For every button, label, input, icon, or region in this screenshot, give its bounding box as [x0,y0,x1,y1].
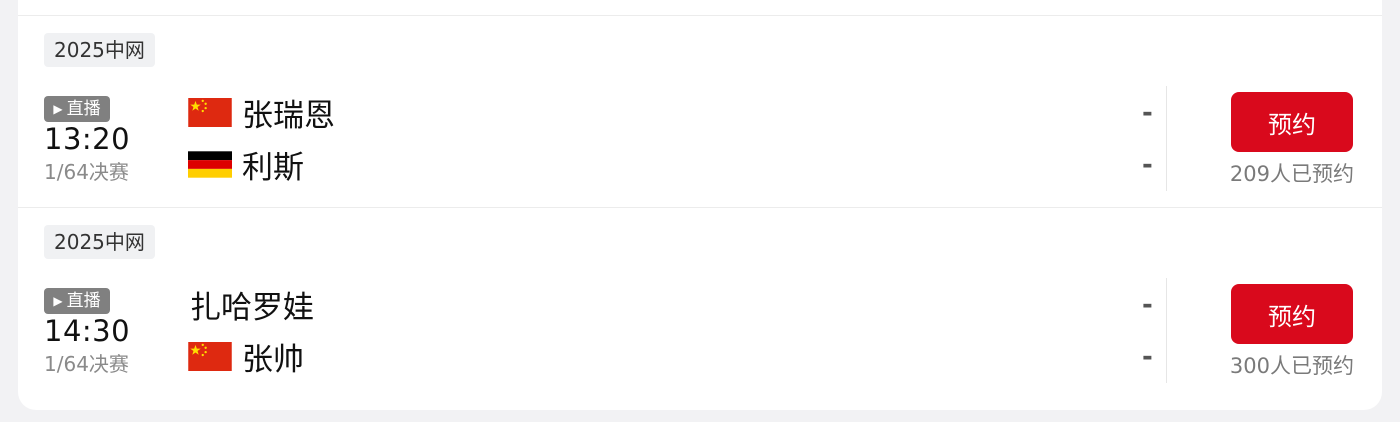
booking-count: 300人已预约 [1229,354,1354,378]
booking-count: 209人已预约 [1229,162,1354,186]
player-name: 张帅 [242,341,304,378]
player-row: 扎哈罗娃 [188,284,314,326]
match-list-card: 2025中网 ▶ 直播 13:20 1/64决赛 张瑞恩 利斯 - - 预约 2… [18,0,1382,410]
player-row: 张瑞恩 [188,92,335,134]
reserve-button[interactable]: 预约 [1231,284,1353,344]
tournament-tag: 2025中网 [44,225,155,259]
germany-flag-icon [188,150,232,179]
live-label: 直播 [66,99,101,119]
player-name: 扎哈罗娃 [190,289,314,326]
tournament-tag: 2025中网 [44,33,155,67]
player-score: - [1142,150,1153,180]
match-round: 1/64决赛 [44,352,129,376]
match-row[interactable]: 2025中网 ▶ 直播 14:30 1/64决赛 扎哈罗娃 张帅 - - 预约 … [18,208,1382,408]
play-icon: ▶ [53,294,63,308]
player-score: - [1142,98,1153,128]
player-name: 张瑞恩 [242,97,335,134]
match-round: 1/64决赛 [44,160,129,184]
live-label: 直播 [66,291,101,311]
china-flag-icon [188,97,232,127]
china-flag-icon [188,341,232,371]
match-time: 13:20 [44,122,131,156]
player-name: 利斯 [242,149,304,186]
divider [1166,278,1167,383]
player-score: - [1142,342,1153,372]
player-row: 利斯 [188,144,304,186]
player-row: 张帅 [188,336,304,378]
player-score: - [1142,290,1153,320]
match-time: 14:30 [44,314,131,348]
play-icon: ▶ [53,102,63,116]
live-badge: ▶ 直播 [44,96,110,122]
reserve-button[interactable]: 预约 [1231,92,1353,152]
divider [1166,86,1167,191]
match-row[interactable]: 2025中网 ▶ 直播 13:20 1/64决赛 张瑞恩 利斯 - - 预约 2… [18,16,1382,207]
live-badge: ▶ 直播 [44,288,110,314]
